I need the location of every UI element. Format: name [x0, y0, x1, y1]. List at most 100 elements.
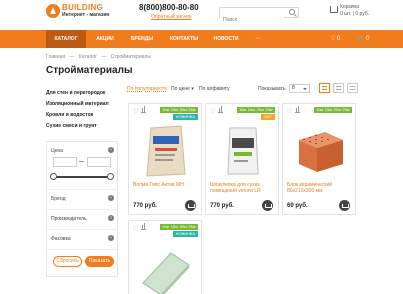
nav-cart-count: 0 — [366, 36, 370, 42]
breadcrumb-sep: — — [101, 54, 107, 60]
breadcrumb-home[interactable]: Главная — [46, 54, 65, 60]
sidebar-categories: Для стен и перегородок Изоляционный мате… — [46, 88, 116, 132]
product-image-putty-bag[interactable] — [218, 122, 268, 178]
product-card[interactable]: ♡ 10кг 15кг 20кг 25кг ХИТ Шпаклевка для … — [205, 103, 279, 215]
heart-icon[interactable]: ♡ — [287, 108, 292, 115]
price-range-max-handle[interactable] — [107, 173, 114, 180]
add-to-cart-button[interactable] — [339, 200, 350, 211]
table-view-button[interactable] — [347, 83, 358, 93]
cart-icon[interactable] — [330, 6, 338, 13]
show-count-label: Показывать — [258, 86, 286, 92]
breadcrumb-catalog[interactable]: Каталог — [79, 54, 97, 60]
page-title: Стройматериалы — [46, 65, 133, 76]
logo-tagline: Интернет - магазин — [62, 12, 110, 18]
sidebar-item-roofing[interactable]: Кровли и водосток — [46, 110, 116, 121]
sort-popular[interactable]: По популярности — [127, 86, 167, 92]
nav-item-catalog[interactable]: КАТАЛОГ — [46, 30, 86, 48]
list-view-button[interactable] — [333, 83, 344, 93]
price-range-track[interactable] — [55, 176, 111, 178]
nav-item-contacts[interactable]: КОНТАКТЫ — [166, 30, 202, 48]
favorites-counter[interactable]: ♡ 0 — [330, 35, 340, 42]
add-to-cart-button[interactable] — [262, 200, 273, 211]
filter-buttons: Сбросить Показать — [47, 250, 117, 276]
product-card[interactable]: ♡ 10кг 15кг 20кг 25кг НОВИНКА Волма Гипс… — [128, 103, 202, 215]
product-name[interactable]: Шпаклевка для сухих помещений vetonit LR — [210, 182, 276, 194]
product-image-gypsum-bag[interactable] — [141, 122, 191, 178]
chevron-down-icon — [303, 88, 307, 90]
price-to-input[interactable] — [87, 157, 111, 167]
sort-price[interactable]: По цене ▾ — [171, 86, 194, 92]
packing-filter[interactable]: Фасовка ? — [47, 230, 117, 250]
nav-item-brands[interactable]: БРЕНДЫ — [126, 30, 158, 48]
nav-item-more[interactable]: ··· — [250, 30, 266, 48]
brand-filter[interactable]: Бренд ? — [47, 190, 117, 210]
heart-icon[interactable]: ♡ — [133, 225, 138, 232]
help-icon[interactable]: ? — [108, 195, 114, 201]
add-to-cart-button[interactable] — [185, 200, 196, 211]
manufacturer-filter-label: Производитель — [51, 216, 87, 222]
callback-link[interactable]: Обратный звонок — [151, 14, 191, 20]
header: BUILDING Интернет - магазин 8(800)800-80… — [0, 0, 403, 30]
help-icon[interactable]: ? — [108, 147, 114, 153]
compare-icon[interactable] — [141, 106, 146, 113]
product-card[interactable]: ♡ 10кг 15кг 20кг 25кг НОВИНКА — [128, 220, 202, 294]
show-count-value: 8 — [292, 85, 295, 91]
product-price: 770 руб. — [210, 203, 234, 209]
price-from-input[interactable] — [53, 157, 77, 167]
cart-title[interactable]: Корзина — [340, 4, 359, 10]
status-badge: ХИТ — [261, 114, 275, 120]
brand-filter-label: Бренд — [51, 196, 66, 202]
cart-summary[interactable]: 0 шт. | 0 руб. — [340, 11, 369, 17]
logo-icon[interactable] — [46, 4, 60, 18]
product-name[interactable]: Волма Гипс Актив МН — [133, 182, 199, 188]
packing-badge: 10кг 15кг 20кг 25кг — [237, 107, 275, 113]
nav-item-promo[interactable]: АКЦИИ — [90, 30, 120, 48]
sidebar-item-walls[interactable]: Для стен и перегородок — [46, 88, 116, 99]
show-button[interactable]: Показать — [85, 256, 114, 267]
breadcrumb-sep: — — [69, 54, 75, 60]
help-icon[interactable]: ? — [108, 215, 114, 221]
show-count-select[interactable]: 8 — [289, 84, 310, 93]
packing-badge: 10кг 15кг 20кг 25кг — [314, 107, 352, 113]
grid-view-button[interactable] — [319, 83, 330, 93]
compare-icon[interactable] — [218, 106, 223, 113]
product-price: 770 руб. — [133, 203, 157, 209]
compare-icon[interactable] — [141, 223, 146, 230]
phone-number[interactable]: 8(800)800-80-80 — [139, 3, 199, 12]
price-filter-label: Цена — [51, 148, 64, 154]
sidebar-item-dry-mixes[interactable]: Сухие смеси и грунт — [46, 121, 116, 132]
main-nav: КАТАЛОГ АКЦИИ БРЕНДЫ КОНТАКТЫ НОВОСТИ ··… — [0, 30, 403, 48]
price-filter: Цена ? — [47, 142, 117, 190]
sort-alpha[interactable]: По алфавиту — [199, 86, 230, 92]
status-badge: НОВИНКА — [172, 231, 198, 237]
product-image-ceramic-block[interactable] — [295, 122, 345, 178]
packing-badge: 10кг 15кг 20кг 25кг — [160, 224, 198, 230]
grid-icon — [322, 86, 327, 90]
breadcrumb: Главная — Каталог — Стройматериалы — [46, 54, 154, 60]
price-range-min-handle[interactable] — [50, 173, 57, 180]
product-card[interactable]: ♡ 10кг 15кг 20кг 25кг Блок керамический … — [282, 103, 356, 215]
search-icon[interactable] — [289, 9, 295, 15]
heart-icon[interactable]: ♡ — [210, 108, 215, 115]
nav-item-news[interactable]: НОВОСТИ — [210, 30, 242, 48]
product-price: 60 руб. — [287, 203, 308, 209]
product-name[interactable]: Блок керамический 80x210x300 мм — [287, 182, 353, 194]
packing-filter-label: Фасовка — [51, 236, 71, 242]
table-icon — [350, 86, 355, 90]
filter-panel: Цена ? Бренд ? Производитель ? Фасовка ?… — [46, 141, 118, 277]
sidebar-item-insulation[interactable]: Изоляционный материал — [46, 99, 116, 110]
help-icon[interactable]: ? — [108, 235, 114, 241]
heart-icon[interactable]: ♡ — [133, 108, 138, 115]
nav-cart-counter[interactable]: 🛒 0 — [357, 35, 369, 42]
search-box — [219, 7, 299, 25]
product-image-drywall-sheet[interactable] — [141, 243, 191, 294]
compare-icon[interactable] — [295, 106, 300, 113]
reset-button[interactable]: Сбросить — [53, 256, 82, 267]
list-icon — [336, 86, 341, 90]
price-dash — [79, 161, 84, 162]
search-input[interactable] — [220, 15, 284, 25]
manufacturer-filter[interactable]: Производитель ? — [47, 210, 117, 230]
breadcrumb-current: Стройматериалы — [110, 54, 152, 60]
status-badge: НОВИНКА — [172, 114, 198, 120]
logo-name[interactable]: BUILDING — [62, 3, 103, 12]
